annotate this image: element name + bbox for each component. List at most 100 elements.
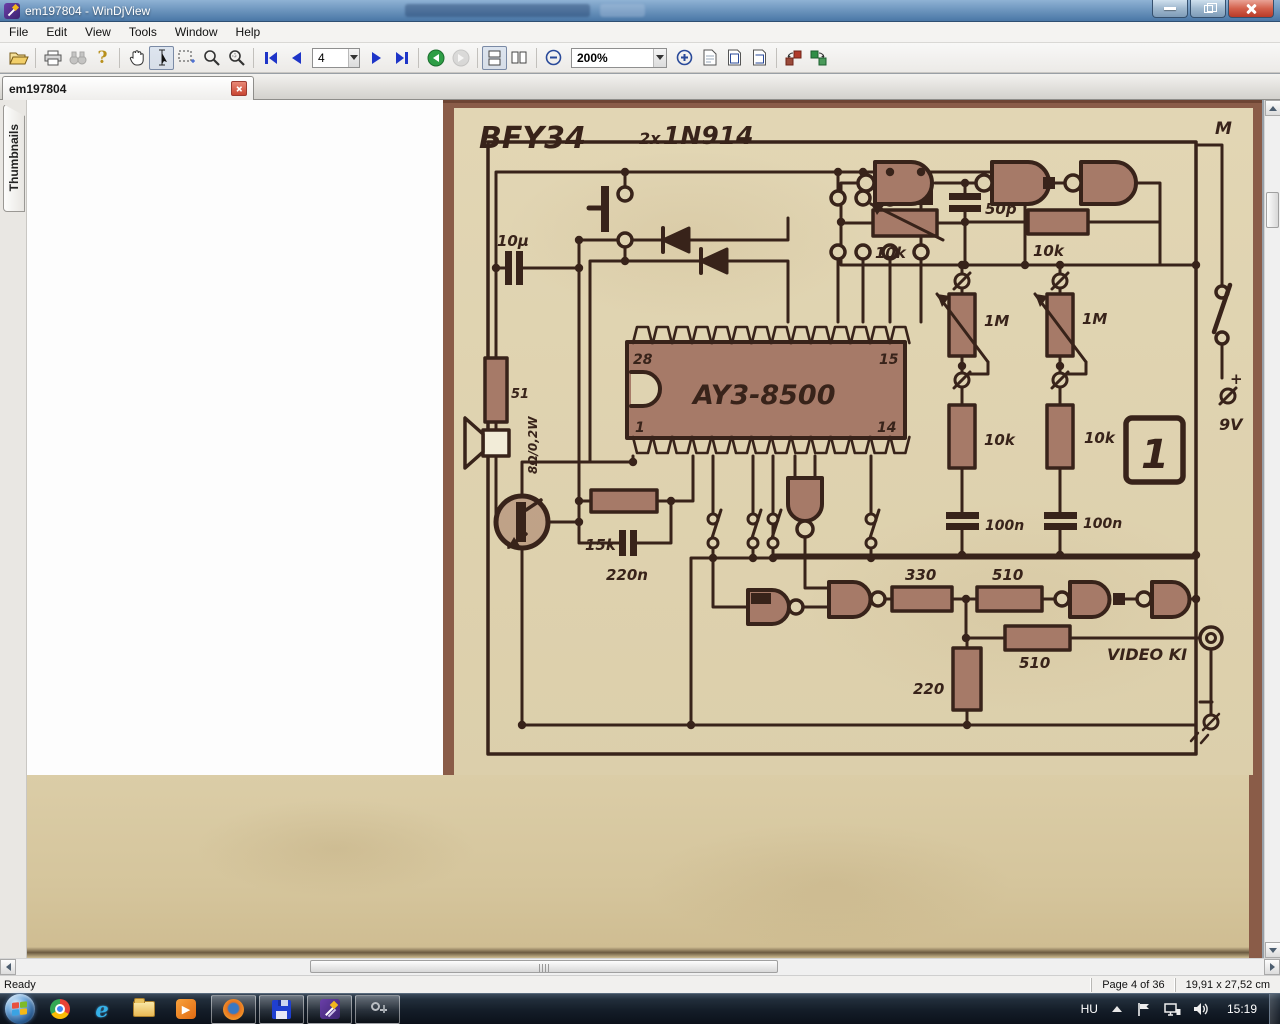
document-view[interactable]: Thumbnails BFY34 2x 1N914 M 10µ 51 8Ω/0,…	[0, 100, 1280, 958]
last-page-button[interactable]	[389, 46, 414, 70]
svg-text:9V: 9V	[1219, 415, 1244, 434]
titlebar-ghost-artifact	[405, 4, 590, 17]
pan-tool-button[interactable]	[124, 46, 149, 70]
minimize-icon	[1164, 7, 1176, 10]
zoom-tool-button[interactable]	[199, 46, 224, 70]
folder-icon	[133, 998, 155, 1017]
minimize-button[interactable]	[1152, 0, 1188, 18]
svg-text:50p: 50p	[985, 200, 1017, 218]
taskbar-device-app[interactable]	[355, 994, 400, 1024]
scroll-up-button[interactable]	[1265, 100, 1280, 116]
clock[interactable]: 15:19	[1227, 1002, 1257, 1016]
svg-text:10µ: 10µ	[497, 232, 529, 250]
menu-view[interactable]: View	[76, 23, 120, 41]
network-icon[interactable]	[1164, 1002, 1181, 1017]
actual-size-button[interactable]	[697, 46, 722, 70]
document-tab[interactable]: em197804	[2, 76, 254, 100]
windjview-window: em197804 - WinDjView File Edit View Tool…	[0, 0, 1280, 1024]
close-icon	[236, 85, 243, 92]
taskbar-windjview[interactable]	[307, 994, 352, 1024]
device-icon	[369, 1000, 387, 1018]
restore-button[interactable]	[1190, 0, 1226, 18]
single-page-layout-button[interactable]	[482, 45, 507, 70]
scroll-right-button[interactable]	[1264, 959, 1280, 975]
thumbnails-tab[interactable]: Thumbnails	[3, 104, 25, 212]
horizontal-scroll-thumb[interactable]	[310, 960, 778, 973]
zoom-select-button[interactable]	[224, 46, 249, 70]
status-dimensions: 19,91 x 27,52 cm	[1174, 977, 1280, 992]
start-button[interactable]	[5, 994, 35, 1024]
print-icon	[44, 50, 61, 65]
zoom-in-button[interactable]	[672, 46, 697, 70]
previous-page-button[interactable]	[283, 46, 308, 70]
document-tab-bar: em197804	[0, 74, 1280, 100]
fit-page-button[interactable]	[747, 46, 772, 70]
nand-gates-top	[856, 160, 1138, 206]
rotate-left-button[interactable]	[781, 46, 806, 70]
show-hidden-icons-button[interactable]	[1111, 1006, 1122, 1012]
taskbar-save-app[interactable]	[259, 994, 304, 1024]
page-bottom-margin[interactable]	[27, 775, 1262, 958]
svg-text:1: 1	[635, 420, 645, 436]
page-schematic-area[interactable]: BFY34 2x 1N914 M 10µ 51 8Ω/0,2W 15k 220n 50p 10k 10…	[443, 100, 1262, 775]
action-center-flag-icon[interactable]	[1136, 1002, 1152, 1017]
select-tool-button[interactable]	[149, 45, 174, 70]
fit-width-button[interactable]	[722, 46, 747, 70]
menu-edit[interactable]: Edit	[37, 23, 76, 41]
hand-icon	[129, 50, 144, 66]
page-number-input[interactable]	[313, 50, 348, 65]
scroll-down-button[interactable]	[1265, 942, 1280, 958]
vertical-scrollbar[interactable]	[1264, 100, 1280, 958]
volume-icon[interactable]	[1193, 1002, 1209, 1016]
windjview-app-icon[interactable]	[4, 2, 20, 19]
fit-page-icon	[753, 49, 766, 66]
tab-close-button[interactable]	[231, 81, 247, 96]
binoculars-icon	[69, 51, 86, 64]
page-number-combo[interactable]	[312, 47, 360, 68]
taskbar-firefox[interactable]	[211, 994, 256, 1024]
title-bar[interactable]: em197804 - WinDjView	[0, 0, 1280, 22]
zoom-out-icon	[545, 49, 562, 66]
print-button[interactable]	[40, 46, 65, 70]
find-button[interactable]	[65, 46, 90, 70]
menu-file[interactable]: File	[0, 23, 37, 41]
menu-tools[interactable]: Tools	[120, 23, 166, 41]
system-tray: HU 15:19	[1081, 993, 1280, 1024]
first-page-icon	[264, 51, 277, 64]
thumbnails-tab-label: Thumbnails	[7, 124, 21, 192]
back-button[interactable]	[423, 46, 448, 70]
taskbar-internet-explorer[interactable]: e	[85, 995, 119, 1024]
zoom-combo-dropdown[interactable]	[653, 48, 666, 67]
rotate-left-icon	[785, 50, 802, 65]
show-desktop-button[interactable]	[1269, 993, 1280, 1024]
menu-help[interactable]: Help	[227, 23, 270, 41]
facing-pages-layout-button[interactable]	[507, 46, 532, 70]
scroll-left-button[interactable]	[0, 959, 16, 975]
language-indicator[interactable]: HU	[1081, 1002, 1098, 1016]
taskbar-explorer[interactable]	[127, 995, 161, 1024]
restore-icon	[1203, 2, 1217, 13]
open-button[interactable]	[6, 46, 31, 70]
rect-select-button[interactable]	[174, 46, 199, 70]
horizontal-scrollbar[interactable]	[0, 958, 1280, 975]
help-button[interactable]: ?	[90, 46, 115, 70]
taskbar-media-player[interactable]: ▶	[169, 995, 203, 1024]
next-page-button[interactable]	[364, 46, 389, 70]
vertical-scroll-thumb[interactable]	[1266, 192, 1279, 228]
page-combo-dropdown[interactable]	[347, 48, 359, 67]
menu-window[interactable]: Window	[166, 23, 227, 41]
rotate-right-button[interactable]	[806, 46, 831, 70]
svg-text:VIDEO KI: VIDEO KI	[1107, 645, 1187, 664]
zoom-out-button[interactable]	[541, 46, 566, 70]
page-blank-area[interactable]	[27, 100, 443, 775]
single-page-icon	[488, 50, 501, 65]
zoom-input[interactable]	[572, 50, 654, 65]
taskbar-chrome[interactable]	[43, 995, 77, 1024]
close-button[interactable]	[1228, 0, 1274, 18]
zoom-combo[interactable]	[571, 47, 667, 68]
svg-text:100n: 100n	[1083, 516, 1122, 532]
rotate-right-icon	[810, 50, 827, 65]
toolbar: ?	[0, 43, 1280, 73]
first-page-button[interactable]	[258, 46, 283, 70]
forward-button[interactable]	[448, 46, 473, 70]
